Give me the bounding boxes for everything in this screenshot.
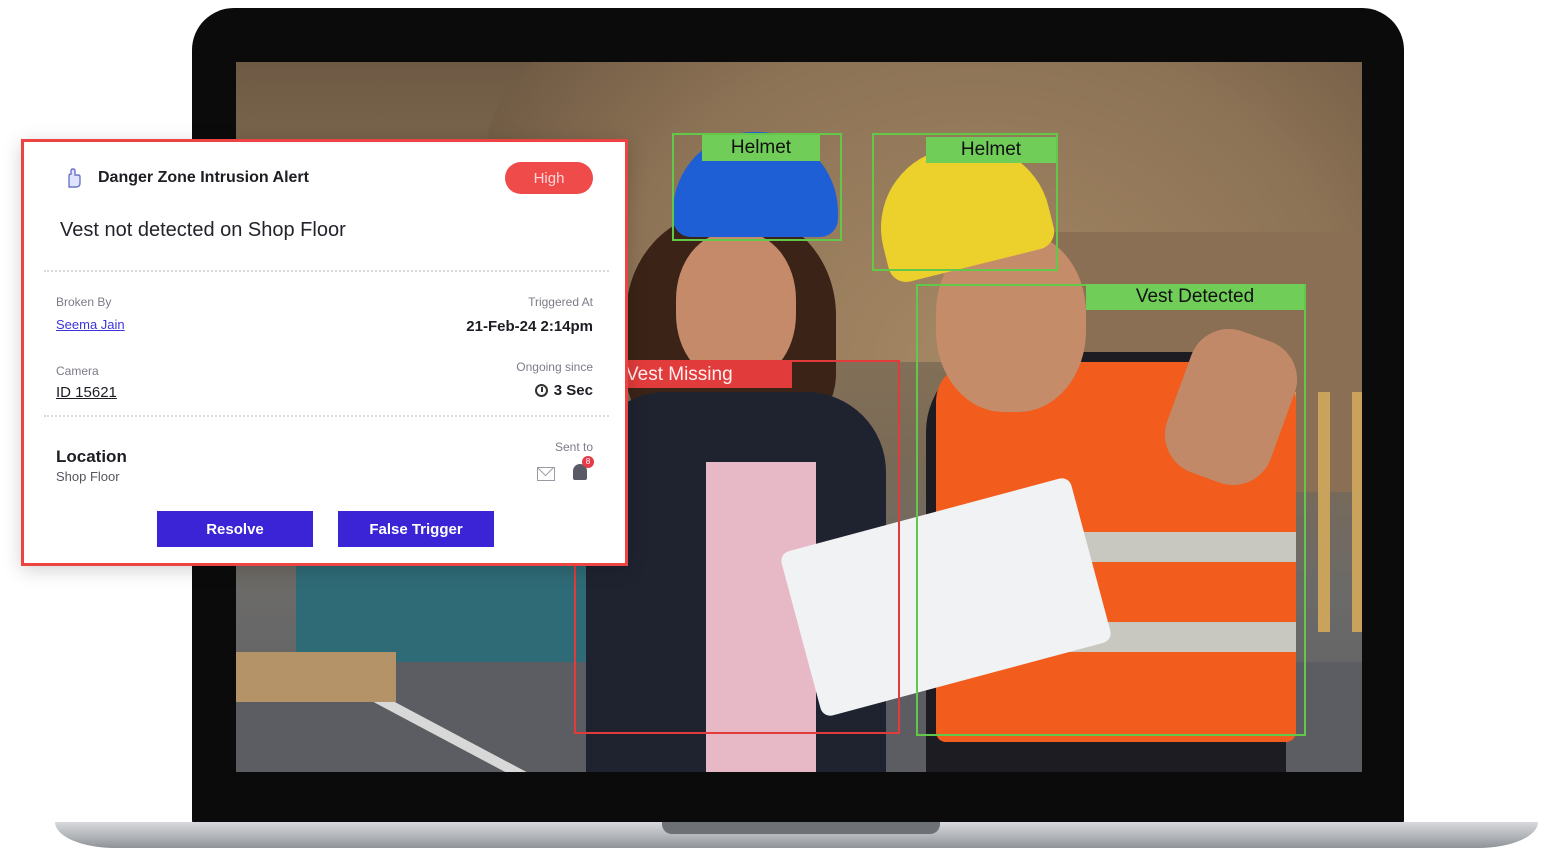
clock-icon [534, 384, 548, 397]
alert-title: Danger Zone Intrusion Alert [98, 169, 309, 186]
broken-by-value[interactable]: Seema Jain [56, 316, 125, 333]
location-value: Shop Floor [56, 469, 120, 484]
severity-badge: High [505, 162, 593, 194]
pallet [236, 652, 396, 702]
detection-label-helmet-1: Helmet [702, 135, 820, 161]
broken-by-link[interactable]: Seema Jain [56, 317, 125, 332]
alert-message: Vest not detected on Shop Floor [60, 219, 346, 241]
triggered-at-label: Triggered At [528, 295, 593, 309]
location-label: Location [56, 447, 127, 466]
triggered-at-value: 21-Feb-24 2:14pm [466, 318, 593, 335]
notification-count-badge: 8 [582, 456, 594, 468]
ongoing-since-value: 3 Sec [534, 382, 593, 399]
detection-label-vest-detected: Vest Detected [1086, 284, 1304, 310]
alert-hand-icon [68, 168, 81, 188]
ongoing-since-text: 3 Sec [553, 382, 593, 399]
detection-label-helmet-2: Helmet [926, 137, 1056, 163]
broken-by-label: Broken By [56, 295, 112, 309]
false-trigger-button[interactable]: False Trigger [338, 511, 494, 547]
resolve-button[interactable]: Resolve [157, 511, 313, 547]
alert-card: Danger Zone Intrusion Alert High Vest no… [21, 139, 628, 566]
divider [44, 270, 609, 272]
laptop-notch [662, 822, 940, 834]
detection-label-vest-missing: Vest Missing [616, 362, 792, 388]
detection-box-vest-detected [916, 284, 1306, 736]
mail-icon[interactable] [537, 467, 555, 481]
camera-label: Camera [56, 364, 99, 378]
ongoing-since-label: Ongoing since [516, 360, 593, 374]
divider [44, 415, 609, 417]
sent-to-label: Sent to [554, 440, 593, 454]
camera-value: ID 15621 [56, 384, 117, 401]
